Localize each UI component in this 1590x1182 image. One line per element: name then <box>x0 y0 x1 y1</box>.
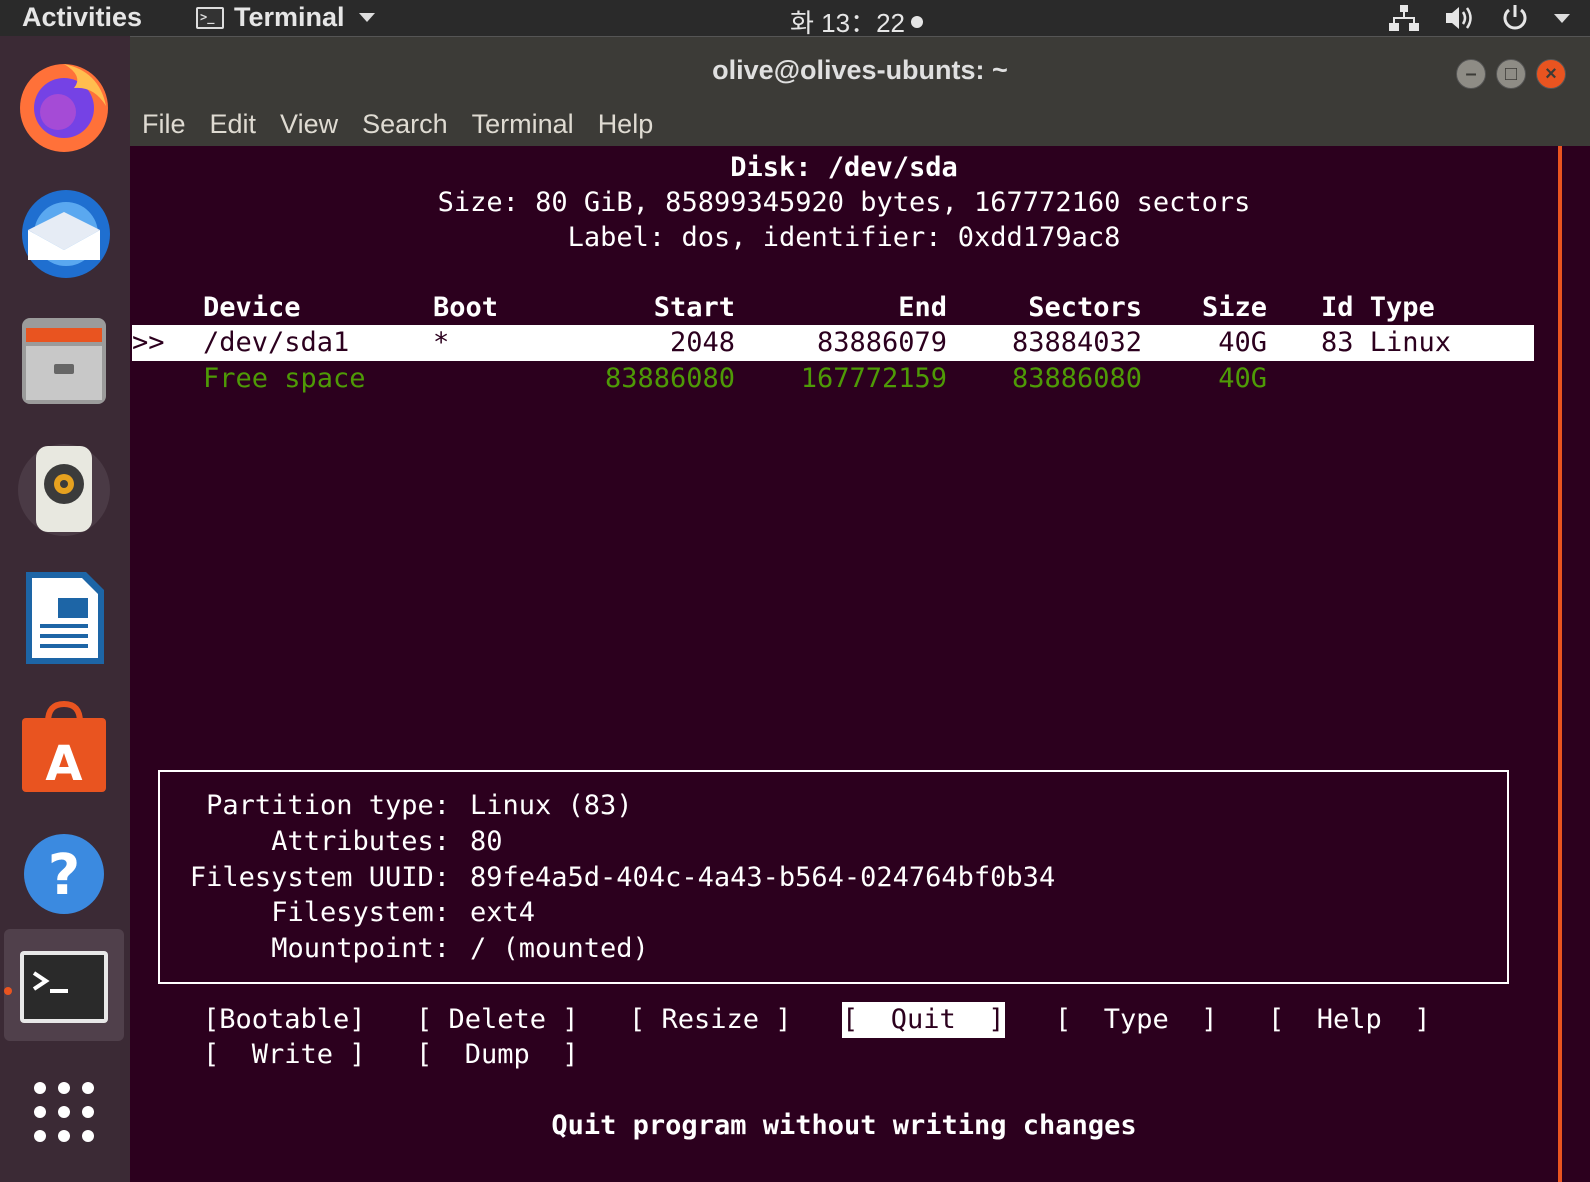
partition-info-box: Partition type: Linux (83) Attributes: 8… <box>158 770 1509 984</box>
row-marker: >> <box>132 327 165 358</box>
disk-size: Size: 80 GiB, 85899345920 bytes, 1677721… <box>437 187 1251 218</box>
clock[interactable]: 화 13：22 <box>790 3 923 40</box>
row-boot: * <box>433 327 450 358</box>
row-sectors: 83886080 <box>1011 363 1142 394</box>
files-icon[interactable] <box>14 312 114 412</box>
app-menu[interactable]: >_ Terminal <box>196 2 375 33</box>
row-size: 40G <box>1218 327 1267 358</box>
system-menu[interactable] <box>1388 0 1570 36</box>
quit-button[interactable]: [ Quit ] <box>842 1002 1005 1038</box>
notification-dot-icon <box>910 15 923 28</box>
row-end: 167772159 <box>800 363 947 394</box>
libreoffice-writer-icon[interactable] <box>14 568 114 668</box>
info-key-fs-uuid: Filesystem UUID: <box>189 862 450 893</box>
running-indicator <box>4 987 12 995</box>
chevron-down-icon <box>358 13 375 22</box>
row-start: 2048 <box>669 327 735 358</box>
terminal-view[interactable]: Disk: /dev/sda Size: 80 GiB, 85899345920… <box>130 146 1558 1182</box>
svg-text:?: ? <box>48 843 80 908</box>
window-title: olive@olives-ubunts: ~ <box>712 55 1008 85</box>
menu-bar: File Edit View Search Terminal Help <box>130 106 1590 146</box>
ubuntu-software-icon[interactable]: A <box>14 696 114 796</box>
top-bar: Activities >_ Terminal 화 13：22 <box>0 0 1590 38</box>
col-size: Size <box>1201 292 1267 323</box>
table-row[interactable]: >> /dev/sda1 * 2048 83886079 83884032 40… <box>130 325 1558 361</box>
col-id-type: Id Type <box>1321 292 1435 323</box>
scrollbar[interactable] <box>1558 146 1570 1182</box>
delete-button[interactable]: [ Delete ] <box>416 1002 579 1038</box>
info-key-partition-type: Partition type: <box>206 790 450 821</box>
menu-edit[interactable]: Edit <box>210 106 257 146</box>
bootable-button[interactable]: [Bootable] <box>203 1002 366 1038</box>
col-end: End <box>898 292 947 323</box>
network-icon <box>1389 5 1419 31</box>
row-start: 83886080 <box>604 363 735 394</box>
info-value-fs-uuid: 89fe4a5d-404c-4a43-b564-024764bf0b34 <box>470 862 1056 893</box>
col-boot: Boot <box>433 292 499 323</box>
info-key-filesystem: Filesystem: <box>271 897 450 928</box>
thunderbird-icon[interactable] <box>14 184 114 284</box>
rhythmbox-icon[interactable] <box>14 440 114 540</box>
info-key-attributes: Attributes: <box>271 826 450 857</box>
resize-button[interactable]: [ Resize ] <box>629 1002 792 1038</box>
status-hint: Quit program without writing changes <box>551 1110 1137 1141</box>
app-menu-label: Terminal <box>234 2 345 32</box>
menu-search[interactable]: Search <box>362 106 448 146</box>
row-end: 83886079 <box>816 327 947 358</box>
info-value-partition-type: Linux (83) <box>470 790 633 821</box>
row-size: 40G <box>1218 363 1267 394</box>
disk-label: Label: dos, identifier: 0xdd179ac8 <box>567 222 1121 253</box>
volume-icon <box>1446 7 1472 29</box>
terminal-icon <box>20 951 108 1023</box>
menu-file[interactable]: File <box>142 106 186 146</box>
table-row[interactable]: Free space 83886080 167772159 83886080 4… <box>130 361 1558 397</box>
help-icon[interactable]: ? <box>14 824 114 924</box>
window-titlebar[interactable]: olive@olives-ubunts: ~ – □ × <box>130 36 1590 106</box>
help-button[interactable]: [ Help ] <box>1268 1002 1431 1038</box>
info-key-mountpoint: Mountpoint: <box>271 933 450 964</box>
row-device: /dev/sda1 <box>203 327 350 358</box>
power-icon <box>1503 5 1527 30</box>
col-device: Device <box>203 292 301 323</box>
terminal-small-icon: >_ <box>196 6 224 29</box>
show-apps-icon[interactable] <box>14 1072 114 1172</box>
clock-label: 화 13：22 <box>790 8 905 38</box>
menu-terminal[interactable]: Terminal <box>472 106 574 146</box>
menu-view[interactable]: View <box>280 106 338 146</box>
firefox-icon[interactable] <box>14 56 114 156</box>
activities-button[interactable]: Activities <box>22 2 142 33</box>
menu-help[interactable]: Help <box>598 106 654 146</box>
close-button[interactable]: × <box>1536 59 1566 89</box>
minimize-button[interactable]: – <box>1456 59 1486 89</box>
dock: A ? <box>0 36 130 1182</box>
dump-button[interactable]: [ Dump ] <box>416 1037 579 1073</box>
table-header: Device Boot Start End Sectors Size Id Ty… <box>130 290 1558 326</box>
terminal-dock-item[interactable] <box>4 929 124 1041</box>
maximize-button[interactable]: □ <box>1496 59 1526 89</box>
info-value-mountpoint: / (mounted) <box>470 933 649 964</box>
chevron-down-icon <box>1554 13 1570 23</box>
type-button[interactable]: [ Type ] <box>1055 1002 1218 1038</box>
col-sectors: Sectors <box>1028 292 1142 323</box>
info-value-filesystem: ext4 <box>470 897 536 928</box>
info-value-attributes: 80 <box>470 826 503 857</box>
disk-title: Disk: /dev/sda <box>730 152 958 183</box>
svg-text:A: A <box>45 736 82 792</box>
row-sectors: 83884032 <box>1011 327 1142 358</box>
row-device: Free space <box>203 363 366 394</box>
write-button[interactable]: [ Write ] <box>203 1037 366 1073</box>
col-start: Start <box>653 292 735 323</box>
row-id-type: 83 Linux <box>1321 327 1452 358</box>
